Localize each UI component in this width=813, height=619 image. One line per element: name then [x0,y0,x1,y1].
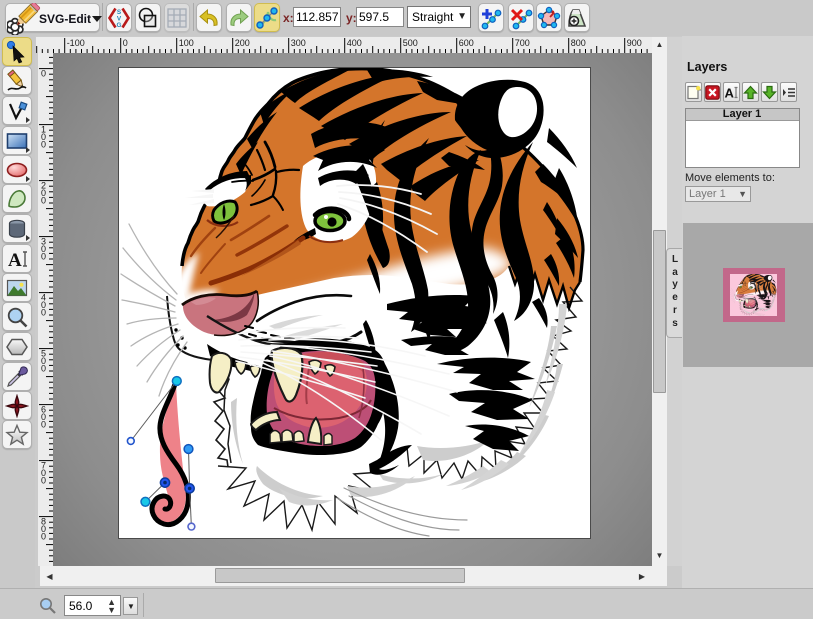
svg-text:0: 0 [41,532,46,542]
svg-text:G: G [117,22,122,29]
svg-text:0: 0 [41,140,46,150]
svg-text:0: 0 [41,420,46,430]
svg-text:0: 0 [41,252,46,262]
svg-text:200: 200 [235,38,250,48]
svg-text:0: 0 [41,69,46,79]
svg-text:900: 900 [627,38,642,48]
svg-text:800: 800 [571,38,586,48]
svg-text:300: 300 [291,38,306,48]
svg-text:0: 0 [41,308,46,318]
svg-text:100: 100 [179,38,194,48]
svg-text:400: 400 [347,38,362,48]
svg-text:A: A [8,250,22,271]
svg-text:0: 0 [41,364,46,374]
svg-text:0: 0 [41,476,46,486]
svg-text:500: 500 [403,38,418,48]
svg-text:600: 600 [459,38,474,48]
svg-text:0: 0 [123,38,128,48]
svg-text:A: A [725,85,735,100]
svg-text:0: 0 [41,196,46,206]
svg-text:700: 700 [515,38,530,48]
svg-text:-100: -100 [67,38,85,48]
